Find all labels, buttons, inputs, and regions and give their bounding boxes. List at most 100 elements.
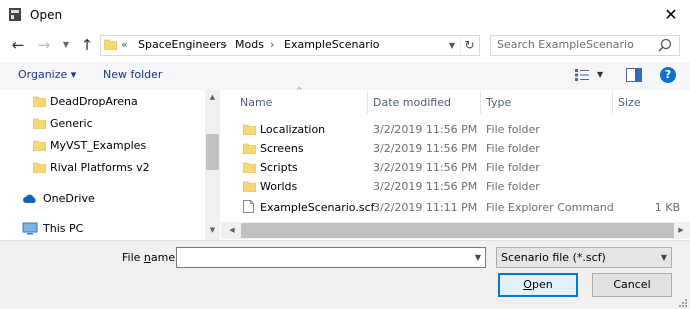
file-date: 3/2/2019 11:56 PM [373,161,478,174]
title-bar [0,0,690,30]
column-divider[interactable] [612,92,613,114]
folder-icon [33,96,46,107]
column-header-type[interactable]: Type [486,96,511,109]
recent-locations-button[interactable]: ▼ [60,36,72,54]
chevron-down-icon: ▼ [597,70,604,79]
file-type: File Explorer Command [486,201,614,214]
file-type: File folder [486,123,540,136]
folder-icon [33,162,46,173]
chevron-down-icon: ▼ [62,40,70,49]
nav-item-label: Generic [50,117,93,130]
column-header-size[interactable]: Size [618,96,641,109]
filename-label-part: File [122,251,144,264]
close-icon: ✕ [664,5,678,24]
open-label: pen [531,278,553,291]
scroll-right-button[interactable]: ▶ [674,222,688,239]
address-dropdown[interactable]: ▼ [444,36,460,55]
sort-ascending-icon: ^ [296,86,303,95]
file-name[interactable]: Worlds [260,180,297,193]
file-type: File folder [486,180,540,193]
filename-label-part: ame: [150,251,179,264]
file-date: 3/2/2019 11:56 PM [373,180,478,193]
scroll-up-button[interactable]: ▲ [205,90,220,105]
file-name[interactable]: Screens [260,142,304,155]
filename-label-accelerator: n [143,251,151,264]
up-button[interactable]: ↑ [77,35,97,55]
filename-dropdown[interactable]: ▼ [470,248,486,267]
scroll-thumb[interactable] [206,134,219,170]
folder-icon [33,140,46,151]
filename-label: File name: [122,251,179,264]
nav-item-rival-platforms[interactable]: Rival Platforms v2 [0,157,205,179]
column-header-name[interactable]: Name [240,96,272,109]
nav-item-label: This PC [43,222,84,235]
chevron-up-icon: ▲ [209,93,216,101]
scroll-down-button[interactable]: ▼ [205,223,220,238]
scroll-thumb[interactable] [241,223,674,238]
folder-icon [243,143,256,154]
breadcrumb-mods[interactable]: Mods [235,38,264,51]
file-size: 1 KB [654,201,680,214]
file-name[interactable]: Localization [260,123,325,136]
arrow-left-icon: ← [11,36,25,54]
close-button[interactable]: ✕ [656,3,686,27]
nav-item-deaddroparena[interactable]: DeadDropArena [0,91,205,113]
search-icon[interactable] [657,37,673,53]
chevron-right-icon: ▶ [678,226,684,234]
breadcrumb-examplescenario[interactable]: ExampleScenario [284,38,380,51]
filetype-dropdown[interactable]: ▼ [657,248,671,267]
back-button[interactable]: ← [8,35,28,55]
arrow-up-icon: ↑ [80,36,94,54]
open-accelerator: O [523,278,532,291]
view-options-icon[interactable] [574,68,590,82]
file-name[interactable]: ExampleScenario.scf [260,201,375,214]
file-name[interactable]: Scripts [260,161,298,174]
app-icon [9,8,21,21]
chevron-left-icon: ◀ [229,226,235,234]
nav-item-generic[interactable]: Generic [0,113,205,135]
nav-item-label: DeadDropArena [50,95,138,108]
cancel-button[interactable]: Cancel [592,273,672,297]
file-type: File folder [486,142,540,155]
folder-icon [243,162,256,173]
column-divider[interactable] [480,92,481,114]
folder-icon [243,124,256,135]
cloud-icon [23,194,36,203]
nav-item-this-pc[interactable]: This PC [0,218,205,240]
forward-button[interactable]: → [34,35,54,55]
search-input[interactable]: Search ExampleScenario [497,38,634,51]
chevron-down-icon: ▼ [660,253,668,262]
breadcrumb-separator[interactable]: › [223,38,227,51]
help-icon[interactable]: ? [660,67,676,83]
chevron-down-icon: ▼ [448,41,456,50]
breadcrumb-separator[interactable]: › [270,38,274,51]
refresh-icon: ↻ [464,38,475,52]
folder-icon [104,39,117,50]
computer-icon [22,222,38,235]
nav-item-myvst-examples[interactable]: MyVST_Examples [0,135,205,157]
nav-item-label: Rival Platforms v2 [50,161,150,174]
breadcrumb-overflow[interactable]: « [121,38,128,51]
resize-grip-icon[interactable] [676,296,688,308]
view-dropdown[interactable]: ▼ [597,70,603,79]
column-header-date[interactable]: Date modified [373,96,451,109]
file-type: File folder [486,161,540,174]
document-icon [243,200,254,213]
window-title: Open [30,8,63,22]
nav-item-label: OneDrive [43,192,95,205]
breadcrumb-spaceengineers[interactable]: SpaceEngineers [138,38,226,51]
folder-icon [33,118,46,129]
column-divider[interactable] [367,92,368,114]
preview-pane-icon[interactable] [626,68,642,82]
chevron-down-icon: ▼ [209,226,216,234]
new-folder-button[interactable]: New folder [103,68,162,81]
nav-item-label: MyVST_Examples [50,139,147,152]
nav-item-onedrive[interactable]: OneDrive [0,188,205,210]
filename-input[interactable] [176,247,486,268]
open-button[interactable]: Open [498,273,578,297]
file-date: 3/2/2019 11:56 PM [373,142,478,155]
filetype-value: Scenario file (*.scf) [501,251,606,264]
organize-button[interactable]: Organize ▾ [18,68,76,81]
scroll-left-button[interactable]: ◀ [225,222,239,239]
refresh-button[interactable]: ↻ [460,36,478,55]
